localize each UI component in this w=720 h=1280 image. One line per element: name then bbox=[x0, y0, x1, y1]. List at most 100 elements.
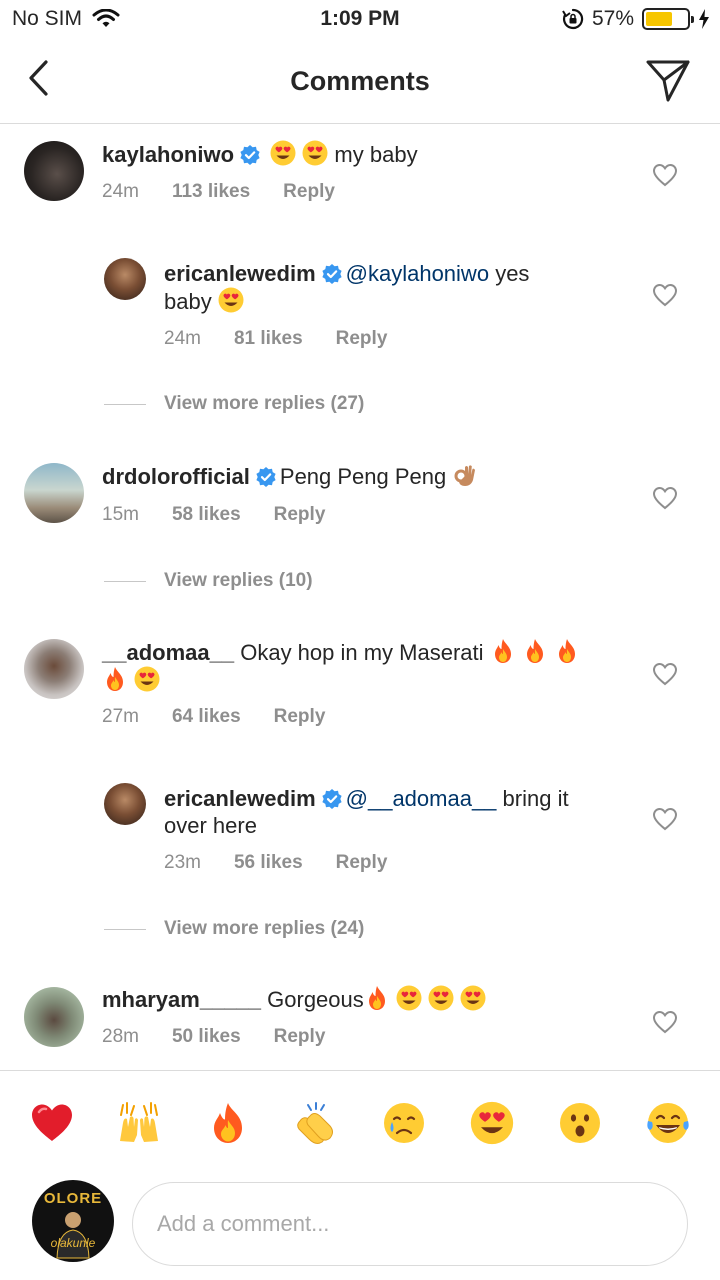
avatar[interactable] bbox=[24, 987, 84, 1047]
comment-message: bring it bbox=[502, 786, 569, 811]
heart-eyes-emoji-icon bbox=[270, 140, 296, 166]
fire-emoji-icon bbox=[364, 985, 390, 1011]
verified-badge-icon bbox=[240, 145, 260, 165]
rotation-lock-icon bbox=[562, 8, 584, 30]
navigation-header: Comments bbox=[0, 40, 720, 124]
comment-time: 15m bbox=[102, 504, 139, 525]
reply-button[interactable]: Reply bbox=[336, 852, 388, 874]
comment-text: drdolorofficial Peng Peng Peng bbox=[102, 462, 642, 490]
fire-emoji-icon bbox=[102, 666, 128, 692]
comment-meta: 24m 113 likes Reply bbox=[102, 181, 335, 203]
verified-badge-icon bbox=[322, 789, 342, 809]
like-heart-icon[interactable] bbox=[652, 807, 678, 831]
replies-divider bbox=[104, 403, 146, 405]
comment-item: kaylahoniwo my baby 24m 113 likes Reply bbox=[0, 124, 720, 234]
comment-text: __adomaa__ Okay hop in my Maserati bbox=[102, 638, 632, 694]
likes-count[interactable]: 58 likes bbox=[172, 504, 241, 526]
emoji-reaction-bar bbox=[0, 1070, 720, 1170]
like-heart-icon[interactable] bbox=[652, 486, 678, 510]
comment-meta: 23m 56 likes Reply bbox=[164, 852, 387, 874]
add-comment-input[interactable] bbox=[132, 1182, 688, 1266]
fire-emoji-icon bbox=[522, 638, 548, 664]
likes-count[interactable]: 64 likes bbox=[172, 706, 241, 728]
avatar[interactable] bbox=[104, 783, 146, 825]
mention-link[interactable]: @__adomaa__ bbox=[346, 786, 497, 811]
username[interactable]: __adomaa__ bbox=[102, 640, 234, 665]
likes-count[interactable]: 113 likes bbox=[172, 181, 250, 203]
heart-eyes-emoji-icon bbox=[134, 666, 160, 692]
own-profile-avatar[interactable]: OLORE olakunle bbox=[32, 1180, 114, 1262]
view-replies-label: View more replies (24) bbox=[164, 918, 365, 939]
reply-button[interactable]: Reply bbox=[274, 706, 326, 728]
reply-button[interactable]: Reply bbox=[283, 181, 335, 203]
view-more-replies-link[interactable]: View more replies (27) bbox=[104, 393, 364, 415]
reply-button[interactable]: Reply bbox=[274, 1026, 326, 1048]
heart-eyes-emoji-icon bbox=[396, 985, 422, 1011]
like-heart-icon[interactable] bbox=[652, 1010, 678, 1034]
username[interactable]: ericanlewedim bbox=[164, 261, 316, 286]
comment-text: kaylahoniwo my baby bbox=[102, 140, 642, 168]
reply-item: ericanlewedim @__adomaa__ bring it over h… bbox=[0, 775, 720, 885]
fire-emoji-icon[interactable] bbox=[206, 1101, 250, 1145]
comment-item: mharyam_____ Gorgeous 28m 50 likes Reply bbox=[0, 970, 720, 1065]
reply-button[interactable]: Reply bbox=[274, 504, 326, 526]
reply-item: ericanlewedim @kaylahoniwo yes baby 24m 8… bbox=[0, 250, 720, 360]
heart-eyes-emoji-icon bbox=[460, 985, 486, 1011]
username[interactable]: drdolorofficial bbox=[102, 464, 250, 489]
avatar-signature-text: olakunle bbox=[50, 1236, 96, 1250]
likes-count[interactable]: 81 likes bbox=[234, 328, 303, 350]
view-replies-link[interactable]: View replies (10) bbox=[104, 570, 313, 592]
username[interactable]: kaylahoniwo bbox=[102, 142, 234, 167]
heart-eyes-emoji-icon bbox=[302, 140, 328, 166]
heart-eyes-emoji-icon[interactable] bbox=[470, 1101, 514, 1145]
mention-link[interactable]: @kaylahoniwo bbox=[346, 261, 489, 286]
like-heart-icon[interactable] bbox=[652, 662, 678, 686]
crying-face-emoji-icon[interactable] bbox=[382, 1101, 426, 1145]
username[interactable]: mharyam_____ bbox=[102, 987, 261, 1012]
avatar[interactable] bbox=[24, 463, 84, 523]
reply-button[interactable]: Reply bbox=[336, 328, 388, 350]
status-bar: No SIM 1:09 PM 57% bbox=[0, 0, 720, 40]
tears-of-joy-emoji-icon[interactable] bbox=[646, 1101, 690, 1145]
surprised-face-emoji-icon[interactable] bbox=[558, 1101, 602, 1145]
comment-meta: 15m 58 likes Reply bbox=[102, 504, 325, 526]
comment-meta: 24m 81 likes Reply bbox=[164, 328, 387, 350]
charging-bolt-icon bbox=[699, 9, 709, 29]
comment-composer: OLORE olakunle bbox=[0, 1170, 720, 1280]
comment-time: 24m bbox=[164, 328, 201, 349]
comment-message: yes bbox=[495, 261, 530, 286]
comment-message: baby bbox=[164, 289, 212, 314]
heart-eyes-emoji-icon bbox=[218, 287, 244, 313]
status-right: 57% bbox=[562, 7, 710, 31]
clapping-hands-emoji-icon[interactable] bbox=[294, 1101, 338, 1145]
comment-time: 28m bbox=[102, 1026, 139, 1047]
avatar[interactable] bbox=[24, 639, 84, 699]
raised-hands-emoji-icon[interactable] bbox=[117, 1101, 161, 1145]
comment-text: mharyam_____ Gorgeous bbox=[102, 985, 642, 1013]
like-heart-icon[interactable] bbox=[652, 163, 678, 187]
red-heart-emoji-icon[interactable] bbox=[30, 1101, 74, 1145]
comment-item: __adomaa__ Okay hop in my Maserati 27m 6… bbox=[0, 622, 720, 752]
replies-divider bbox=[104, 580, 146, 582]
verified-badge-icon bbox=[256, 467, 276, 487]
avatar[interactable] bbox=[24, 141, 84, 201]
avatar[interactable] bbox=[104, 258, 146, 300]
battery-icon bbox=[642, 8, 694, 30]
likes-count[interactable]: 50 likes bbox=[172, 1026, 241, 1048]
page-title: Comments bbox=[290, 66, 430, 96]
username[interactable]: ericanlewedim bbox=[164, 786, 316, 811]
comment-meta: 27m 64 likes Reply bbox=[102, 706, 325, 728]
comment-message: my baby bbox=[334, 142, 418, 167]
like-heart-icon[interactable] bbox=[652, 283, 678, 307]
comment-message: over here bbox=[164, 813, 257, 838]
battery-percent: 57% bbox=[591, 7, 634, 30]
comment-item: drdolorofficial Peng Peng Peng 15m 58 lik… bbox=[0, 446, 720, 556]
comment-message: Peng Peng Peng bbox=[279, 464, 447, 489]
view-more-replies-link[interactable]: View more replies (24) bbox=[104, 918, 364, 940]
comment-text: ericanlewedim @kaylahoniwo yes baby bbox=[164, 260, 624, 315]
likes-count[interactable]: 56 likes bbox=[234, 852, 303, 874]
view-replies-label: View replies (10) bbox=[164, 570, 313, 591]
direct-send-icon[interactable] bbox=[644, 56, 692, 104]
comment-message: Gorgeous bbox=[267, 987, 364, 1012]
heart-eyes-emoji-icon bbox=[428, 985, 454, 1011]
